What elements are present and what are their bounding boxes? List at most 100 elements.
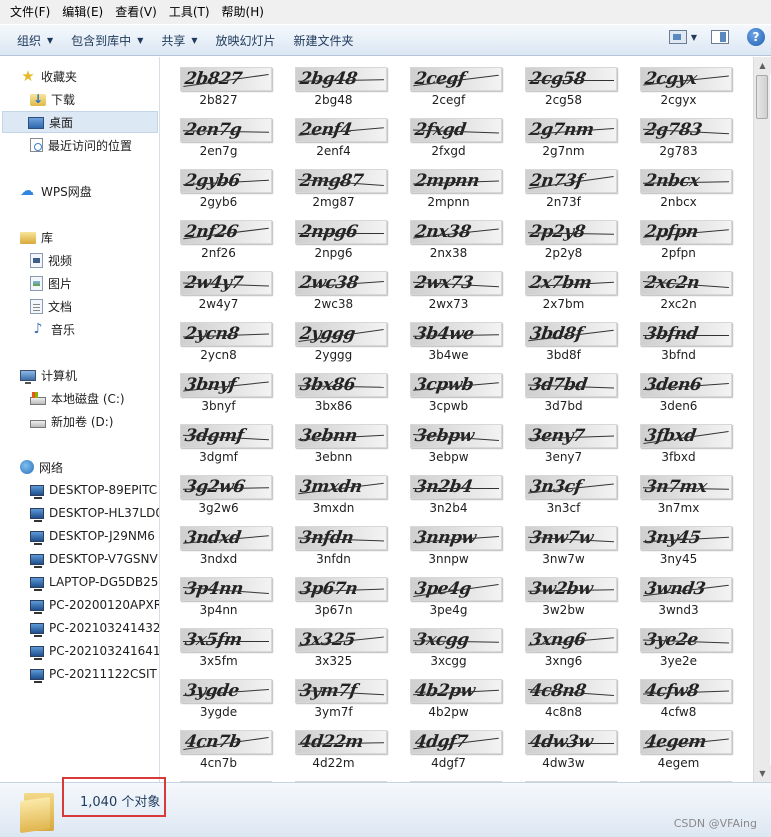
file-item[interactable]: 4b2pw 4b2pw <box>391 669 506 720</box>
scroll-down-icon[interactable]: ▼ <box>754 765 771 782</box>
file-item[interactable]: 3ebnn 3ebnn <box>276 414 391 465</box>
file-item[interactable]: 2wx73 2wx73 <box>391 261 506 312</box>
nav-pc[interactable]: DESKTOP-HL37LD0 <box>30 502 159 524</box>
file-item[interactable]: 3ny45 3ny45 <box>621 516 736 567</box>
file-item[interactable]: 4dgf7 4dgf7 <box>391 720 506 771</box>
file-item[interactable]: 3ndxd 3ndxd <box>161 516 276 567</box>
file-item[interactable]: 2mg87 2mg87 <box>276 159 391 210</box>
file-item[interactable]: 3bnyf 3bnyf <box>161 363 276 414</box>
nav-pc[interactable]: PC-202103241432 <box>30 617 159 639</box>
file-item[interactable]: 2pfpn 2pfpn <box>621 210 736 261</box>
nav-desktop[interactable]: 桌面 <box>2 111 158 133</box>
nav-computer[interactable]: 计算机 <box>20 364 77 386</box>
file-item[interactable]: 3wnd3 3wnd3 <box>621 567 736 618</box>
file-item[interactable] <box>621 771 736 782</box>
file-item[interactable]: 3eny7 3eny7 <box>506 414 621 465</box>
change-view-icon[interactable] <box>668 30 687 44</box>
new-folder-button[interactable]: 新建文件夹 <box>285 28 363 52</box>
nav-videos[interactable]: 视频 <box>30 249 72 271</box>
menu-view[interactable]: 查看(V) <box>109 0 163 24</box>
scrollbar-thumb[interactable] <box>756 75 768 119</box>
file-item[interactable]: 3p67n 3p67n <box>276 567 391 618</box>
file-item[interactable]: 3n2b4 3n2b4 <box>391 465 506 516</box>
file-item[interactable] <box>391 771 506 782</box>
file-item[interactable]: 3dgmf 3dgmf <box>161 414 276 465</box>
file-item[interactable]: 4d22m 4d22m <box>276 720 391 771</box>
file-item[interactable]: 3ygde 3ygde <box>161 669 276 720</box>
file-item[interactable]: 2x7bm 2x7bm <box>506 261 621 312</box>
nav-drive-d[interactable]: 新加卷 (D:) <box>30 410 113 432</box>
file-item[interactable]: 4dw3w 4dw3w <box>506 720 621 771</box>
file-item[interactable] <box>276 771 391 782</box>
file-item[interactable]: 2cg58 2cg58 <box>506 57 621 108</box>
file-item[interactable]: 2mpnn 2mpnn <box>391 159 506 210</box>
file-item[interactable]: 2fxgd 2fxgd <box>391 108 506 159</box>
vertical-scrollbar[interactable]: ▲ ▼ <box>753 57 771 782</box>
file-item[interactable]: 2nx38 2nx38 <box>391 210 506 261</box>
nav-pc[interactable]: PC-20200120APXR <box>30 594 159 616</box>
file-item[interactable]: 3n7mx 3n7mx <box>621 465 736 516</box>
nav-pc[interactable]: DESKTOP-V7GSNV <box>30 548 158 570</box>
menu-help[interactable]: 帮助(H) <box>216 0 270 24</box>
include-library-button[interactable]: 包含到库中 ▼ <box>62 28 152 52</box>
file-item[interactable]: 2nbcx 2nbcx <box>621 159 736 210</box>
file-item[interactable]: 3nw7w 3nw7w <box>506 516 621 567</box>
file-item[interactable]: 3n3cf 3n3cf <box>506 465 621 516</box>
file-item[interactable]: 2en7g 2en7g <box>161 108 276 159</box>
file-item[interactable]: 2npg6 2npg6 <box>276 210 391 261</box>
file-item[interactable]: 2b827 2b827 <box>161 57 276 108</box>
file-item[interactable]: 2wc38 2wc38 <box>276 261 391 312</box>
slideshow-button[interactable]: 放映幻灯片 <box>207 28 285 52</box>
nav-pc[interactable]: PC-20211122CSIT <box>30 663 157 685</box>
file-item[interactable]: 3ebpw 3ebpw <box>391 414 506 465</box>
file-item[interactable]: 2enf4 2enf4 <box>276 108 391 159</box>
file-item[interactable]: 2cgyx 2cgyx <box>621 57 736 108</box>
file-item[interactable]: 2ycn8 2ycn8 <box>161 312 276 363</box>
file-item[interactable]: 3bfnd 3bfnd <box>621 312 736 363</box>
file-item[interactable]: 2p2y8 2p2y8 <box>506 210 621 261</box>
file-item[interactable] <box>161 771 276 782</box>
nav-music[interactable]: ♪ 音乐 <box>30 318 75 340</box>
file-item[interactable]: 3bd8f 3bd8f <box>506 312 621 363</box>
file-item[interactable]: 3b4we 3b4we <box>391 312 506 363</box>
file-item[interactable]: 3den6 3den6 <box>621 363 736 414</box>
file-item[interactable]: 3xcgg 3xcgg <box>391 618 506 669</box>
file-item[interactable]: 2gyb6 2gyb6 <box>161 159 276 210</box>
help-icon[interactable]: ? <box>747 28 765 46</box>
nav-recent[interactable]: 最近访问的位置 <box>30 134 132 156</box>
file-item[interactable]: 2xc2n 2xc2n <box>621 261 736 312</box>
file-item[interactable]: 3d7bd 3d7bd <box>506 363 621 414</box>
nav-libraries[interactable]: 库 <box>20 226 53 248</box>
share-button[interactable]: 共享 ▼ <box>152 28 206 52</box>
file-item[interactable]: 2n73f 2n73f <box>506 159 621 210</box>
menu-tools[interactable]: 工具(T) <box>163 0 216 24</box>
nav-pc[interactable]: DESKTOP-89EPITC <box>30 479 157 501</box>
preview-pane-icon[interactable] <box>711 30 729 44</box>
file-item[interactable]: 3bx86 3bx86 <box>276 363 391 414</box>
file-item[interactable]: 2cegf 2cegf <box>391 57 506 108</box>
file-item[interactable]: 3x325 3x325 <box>276 618 391 669</box>
file-item[interactable]: 2bg48 2bg48 <box>276 57 391 108</box>
file-item[interactable] <box>506 771 621 782</box>
file-item[interactable]: 3p4nn 3p4nn <box>161 567 276 618</box>
chevron-down-icon[interactable]: ▼ <box>691 33 697 42</box>
file-item[interactable]: 3mxdn 3mxdn <box>276 465 391 516</box>
file-item[interactable]: 4egem 4egem <box>621 720 736 771</box>
nav-pc[interactable]: DESKTOP-J29NM6 <box>30 525 155 547</box>
file-item[interactable]: 2yggg 2yggg <box>276 312 391 363</box>
file-item[interactable]: 3nfdn 3nfdn <box>276 516 391 567</box>
file-item[interactable]: 3ye2e 3ye2e <box>621 618 736 669</box>
file-item[interactable]: 3fbxd 3fbxd <box>621 414 736 465</box>
nav-documents[interactable]: 文档 <box>30 295 72 317</box>
file-item[interactable]: 4cn7b 4cn7b <box>161 720 276 771</box>
file-item[interactable]: 2g783 2g783 <box>621 108 736 159</box>
nav-pictures[interactable]: 图片 <box>30 272 72 294</box>
file-item[interactable]: 3g2w6 3g2w6 <box>161 465 276 516</box>
nav-downloads[interactable]: 下载 <box>30 88 75 110</box>
file-item[interactable]: 4c8n8 4c8n8 <box>506 669 621 720</box>
nav-wps[interactable]: ☁ WPS网盘 <box>20 180 92 202</box>
file-item[interactable]: 3cpwb 3cpwb <box>391 363 506 414</box>
nav-network[interactable]: 网络 <box>20 456 63 478</box>
file-item[interactable]: 2nf26 2nf26 <box>161 210 276 261</box>
file-item[interactable]: 3pe4g 3pe4g <box>391 567 506 618</box>
